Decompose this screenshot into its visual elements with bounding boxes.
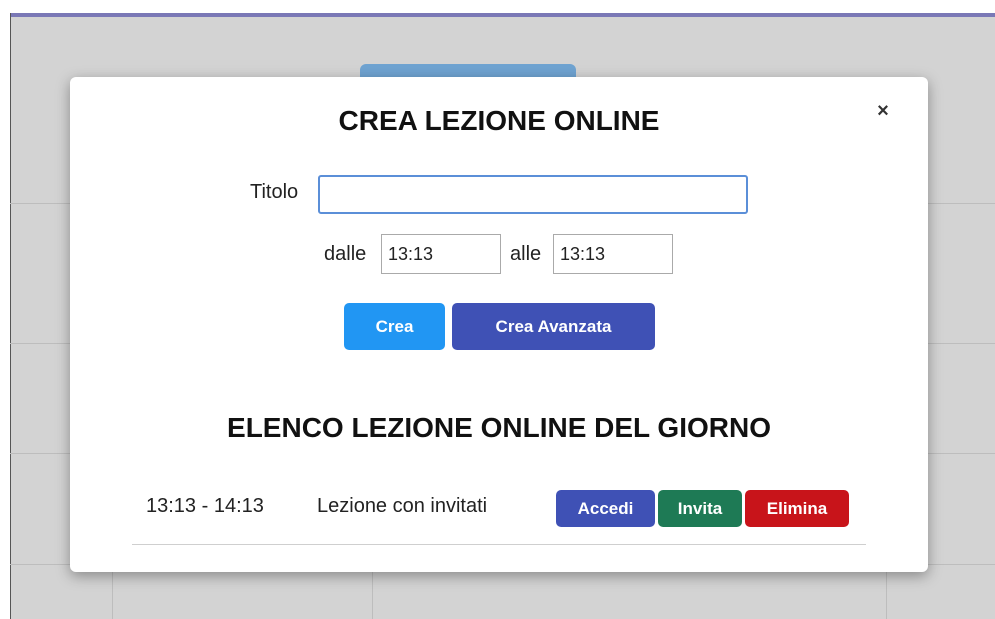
join-button[interactable]: Accedi bbox=[556, 490, 655, 527]
invite-button[interactable]: Invita bbox=[658, 490, 742, 527]
from-label: dalle bbox=[324, 243, 367, 265]
delete-button[interactable]: Elimina bbox=[745, 490, 849, 527]
to-time-input[interactable] bbox=[553, 234, 673, 274]
title-label: Titolo bbox=[250, 181, 299, 203]
create-lesson-modal: CREA LEZIONE ONLINE × Titolo dalle alle … bbox=[70, 77, 928, 572]
create-button[interactable]: Crea bbox=[344, 303, 445, 350]
from-time-input[interactable] bbox=[381, 234, 501, 274]
lesson-title: Lezione con invitati bbox=[317, 495, 488, 517]
top-accent-bar bbox=[10, 13, 995, 17]
to-label: alle bbox=[510, 243, 542, 265]
create-advanced-button[interactable]: Crea Avanzata bbox=[452, 303, 655, 350]
title-input[interactable] bbox=[318, 175, 748, 214]
lessons-list-title: ELENCO LEZIONE ONLINE DEL GIORNO bbox=[227, 412, 771, 443]
close-icon[interactable]: × bbox=[874, 101, 892, 121]
modal-title: CREA LEZIONE ONLINE bbox=[338, 105, 660, 136]
lesson-time: 13:13 - 14:13 bbox=[146, 495, 264, 517]
left-border bbox=[10, 13, 11, 619]
row-divider bbox=[132, 544, 866, 545]
